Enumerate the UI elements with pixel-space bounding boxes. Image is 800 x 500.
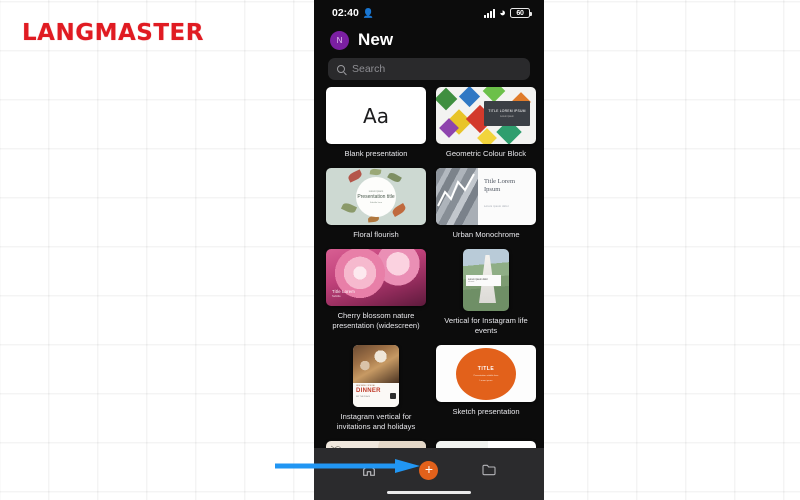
status-bar-left: 02:40 👤 — [332, 7, 374, 19]
langmaster-logo: LANGMASTER — [22, 20, 204, 46]
thumbnail-box: Lorem ipsum dolor sit amet — [436, 249, 536, 312]
template-card-geometric-colour-block[interactable]: TITLE LOREM IPSUM Lorem ipsum Geometric … — [436, 87, 536, 159]
thumbnail-cherry-blossom: Title Lorem Subtitle — [326, 249, 426, 307]
nav-files-button[interactable] — [481, 462, 497, 478]
status-bar-right: ◕ 60 — [484, 6, 532, 19]
thumbnail-subtitle: Subtitle — [332, 295, 341, 299]
thumbnail-vertical-ig: Lorem ipsum dolor sit amet — [463, 249, 509, 312]
person-icon: 👤 — [362, 7, 375, 18]
thumbnail-eyebrow: Lorem ipsum — [368, 189, 384, 193]
search-icon — [337, 65, 345, 73]
nav-home-button[interactable] — [361, 462, 377, 478]
thumbnail-title: Title Lorem — [332, 288, 355, 294]
thumbnail-eyebrow: NEW MENU / SPECIAL — [356, 385, 376, 388]
avatar[interactable]: N — [330, 30, 349, 50]
template-label: Cherry blossom nature presentation (wide… — [332, 311, 420, 331]
dinner-photo — [353, 345, 399, 384]
thumbnail-extra: Lorem ipsum — [479, 379, 493, 382]
template-label: Floral flourish — [353, 230, 399, 240]
thumbnail-box: Aa — [326, 87, 426, 144]
thumbnail-sketch: TITLE Presentation subtitle here Lorem i… — [436, 345, 536, 403]
template-row: Title Lorem Subtitle Cherry blossom natu… — [326, 249, 532, 336]
overlay-text-band: Lorem ipsum dolor sit amet — [466, 275, 501, 287]
template-label: Geometric Colour Block — [445, 149, 527, 158]
template-card-sketch-presentation[interactable]: TITLE Presentation subtitle here Lorem i… — [436, 345, 536, 432]
thumbnail-subtitle: Lorem ipsum dolor — [484, 204, 509, 208]
thumbnail-box: NEW MENU / SPECIAL DINNER SET THE PLACE — [326, 345, 426, 408]
template-grid[interactable]: Aa Blank presentation TITLE LOREM IPSUM … — [314, 87, 544, 461]
template-row: NEW MENU / SPECIAL DINNER SET THE PLACE … — [326, 345, 536, 432]
template-row: Aa Blank presentation TITLE LOREM IPSUM … — [326, 87, 536, 159]
wifi-icon: ◕ — [499, 6, 506, 19]
geometric-title-card: TITLE LOREM IPSUM Lorem ipsum — [484, 101, 530, 126]
cherry-text: Title Lorem Subtitle — [332, 289, 355, 299]
app-header: N New — [314, 26, 544, 56]
thumbnail-box: Title Lorem Ipsum Lorem ipsum dolor — [436, 168, 536, 226]
floral-ring: Lorem ipsum Presentation title Subtitle … — [356, 176, 396, 217]
thumbnail-title: TITLE — [477, 365, 495, 372]
leaf-decoration — [369, 168, 382, 176]
zigzag-line-icon — [437, 173, 475, 207]
badge-icon — [390, 393, 396, 400]
urban-text-panel: Title Lorem Ipsum Lorem ipsum dolor — [478, 168, 536, 225]
battery-icon: 60 — [510, 7, 532, 19]
thumbnail-box: Title Lorem Subtitle — [326, 249, 426, 307]
leaf-decoration — [367, 215, 380, 223]
template-label: Urban Monochrome — [452, 230, 520, 240]
thumbnail-floral: Lorem ipsum Presentation title Subtitle … — [326, 168, 426, 226]
home-icon — [363, 464, 376, 476]
nav-add-button[interactable]: + — [419, 460, 439, 480]
thumbnail-title: Title Lorem Ipsum — [484, 178, 515, 193]
thumbnail-box: TITLE LOREM IPSUM Lorem ipsum — [436, 87, 536, 144]
thumbnail-title: TITLE LOREM IPSUM — [488, 108, 526, 113]
template-label: Sketch presentation — [452, 407, 520, 417]
orange-blob: TITLE Presentation subtitle here Lorem i… — [456, 347, 516, 400]
monochrome-photo — [436, 168, 478, 226]
thumbnail-text-aa: Aa — [363, 103, 389, 128]
thumbnail-blank: Aa — [326, 87, 426, 144]
thumbnail-subtitle: sit amet — [468, 281, 475, 284]
thumbnail-subtitle: Lorem ipsum — [500, 115, 514, 119]
leaf-decoration — [346, 169, 364, 183]
template-label: Instagram vertical for invitations and h… — [336, 412, 416, 432]
cellular-signal-icon — [484, 8, 496, 18]
template-label: Vertical for Instagram life events — [444, 316, 528, 336]
search-section — [314, 56, 544, 87]
folder-icon — [482, 464, 496, 476]
template-card-floral-flourish[interactable]: Lorem ipsum Presentation title Subtitle … — [326, 168, 426, 240]
home-indicator — [387, 490, 471, 494]
template-row: Lorem ipsum Presentation title Subtitle … — [326, 168, 536, 240]
thumbnail-subtitle: Presentation subtitle here — [473, 374, 499, 377]
template-card-instagram-invitations[interactable]: NEW MENU / SPECIAL DINNER SET THE PLACE … — [326, 345, 426, 432]
thumbnail-box: Lorem ipsum Presentation title Subtitle … — [326, 168, 426, 226]
search-box[interactable] — [328, 58, 530, 80]
page-title: New — [358, 30, 394, 49]
thumbnail-subtitle: Subtitle here — [369, 201, 383, 204]
thumbnail-box: TITLE Presentation subtitle here Lorem i… — [436, 345, 536, 403]
battery-level: 60 — [516, 9, 524, 17]
status-bar-time: 02:40 — [332, 7, 359, 19]
status-bar: 02:40 👤 ◕ 60 — [314, 0, 544, 26]
search-input[interactable] — [352, 63, 521, 75]
phone-screen: 02:40 👤 ◕ 60 N New Aa — [314, 0, 544, 500]
template-card-vertical-instagram-life-events[interactable]: Lorem ipsum dolor sit amet Vertical for … — [436, 249, 536, 336]
leaf-decoration — [340, 201, 358, 215]
template-card-urban-monochrome[interactable]: Title Lorem Ipsum Lorem ipsum dolor Urba… — [436, 168, 536, 240]
thumbnail-urban: Title Lorem Ipsum Lorem ipsum dolor — [436, 168, 536, 226]
template-card-blank-presentation[interactable]: Aa Blank presentation — [326, 87, 426, 159]
thumbnail-geometric: TITLE LOREM IPSUM Lorem ipsum — [436, 87, 536, 144]
thumbnail-ig-invitations: NEW MENU / SPECIAL DINNER SET THE PLACE — [353, 345, 399, 408]
template-card-cherry-blossom[interactable]: Title Lorem Subtitle Cherry blossom natu… — [326, 249, 426, 336]
template-label: Blank presentation — [344, 149, 408, 158]
thumbnail-title: Presentation title — [357, 193, 395, 200]
add-icon[interactable]: + — [419, 460, 439, 480]
